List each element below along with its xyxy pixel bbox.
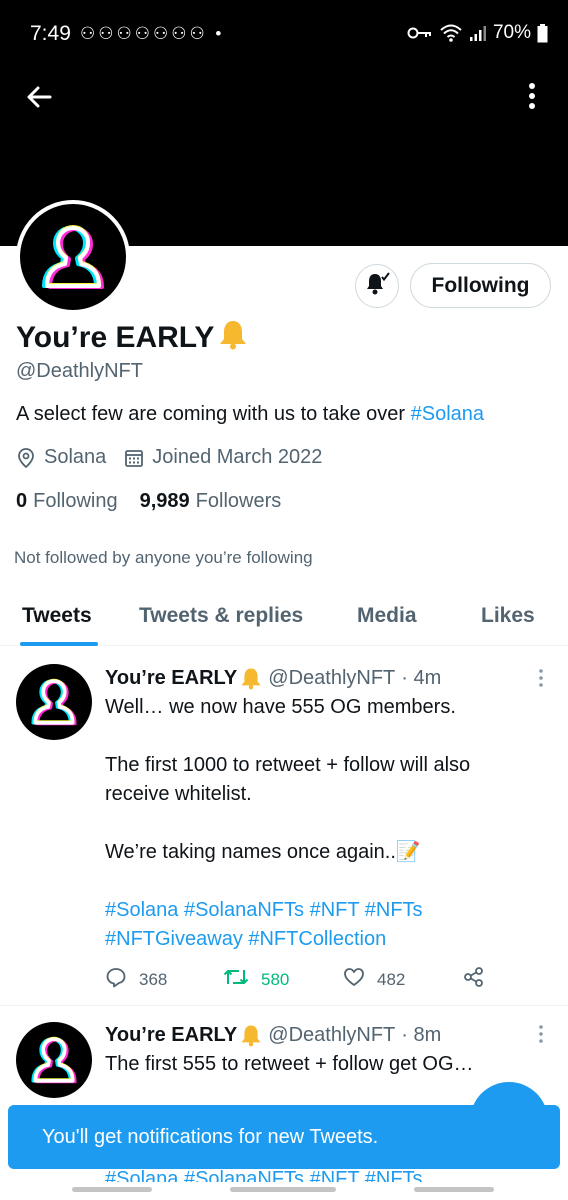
reply-button[interactable]: 368 [105,966,223,993]
tweet-line: receive whitelist. [105,783,252,805]
bio-hashtag-link[interactable]: #Solana [411,403,484,425]
tweet-line: The first 555 to retweet + follow get OG… [105,1053,474,1075]
tweet-body: The first 555 to retweet + follow get OG… [105,1050,474,1079]
tweet-overflow-icon[interactable] [536,668,546,688]
overflow-menu-icon[interactable] [520,80,544,114]
profile-meta: Solana Joined March 2022 [16,446,322,469]
retweet-button[interactable]: 580 [223,966,343,993]
following-label: Following [33,490,118,512]
profile-avatar[interactable] [16,200,130,314]
notification-toast[interactable]: You'll get notifications for new Tweets. [8,1105,560,1169]
location-pin-icon [16,447,36,469]
notifications-bell-button[interactable] [355,264,399,308]
tweet-author-handle: @DeathlyNFT [268,666,396,689]
tweet-actions: 368 580 482 [105,966,485,993]
display-name-text: You’re EARLY [16,321,215,354]
reply-count: 368 [139,969,168,989]
tweet-timestamp: · 4m [401,666,442,689]
tweet-author-name[interactable]: You’re EARLY [105,667,237,690]
back-arrow-icon[interactable] [22,80,56,114]
share-icon [463,966,485,993]
status-right-group: 70% [407,22,548,44]
battery-icon [537,23,548,43]
like-button[interactable]: 482 [343,966,463,993]
bell-check-icon [363,270,391,303]
profile-tabs: Tweets Tweets & replies Media Likes [0,590,568,646]
tweet-avatar[interactable] [16,1022,92,1098]
tweet-header: You’re EARLY @DeathlyNFT · 4m [105,666,441,690]
system-nav-bar [0,1182,568,1200]
bell-emoji-icon [240,666,262,690]
tab-likes[interactable]: Likes [481,604,535,628]
tweet-hashtags[interactable]: #Solana #SolanaNFTs #NFT #NFTs [105,896,470,925]
wifi-icon [439,23,463,43]
followers-count-link[interactable]: 9,989 Followers [140,490,282,513]
profile-display-name: You’re EARLY [16,318,248,358]
following-count-link[interactable]: 0 Following [16,490,118,513]
signal-icon [469,24,487,42]
share-button[interactable] [463,966,485,993]
profile-bio: A select few are coming with us to take … [16,403,484,426]
notification-icons: ⚇⚇⚇⚇⚇⚇⚇ • [80,24,225,43]
status-bar: 7:49 ⚇⚇⚇⚇⚇⚇⚇ • 70% [0,18,568,54]
retweet-count: 580 [261,969,290,989]
tab-tweets[interactable]: Tweets [22,604,92,628]
tab-tweets-replies[interactable]: Tweets & replies [139,604,303,628]
tweet-hashtags[interactable]: #NFTGiveaway #NFTCollection [105,925,470,954]
tweet-line: Well… we now have 555 OG members. [105,696,456,718]
followers-label: Followers [195,490,282,512]
nav-back-indicator[interactable] [414,1187,494,1192]
not-followed-note: Not followed by anyone you’re following [14,548,313,567]
following-button[interactable]: Following [410,263,551,308]
follow-counts: 0 Following 9,989 Followers [16,490,281,513]
profile-location: Solana [44,446,107,468]
like-count: 482 [377,969,406,989]
tweet-avatar[interactable] [16,664,92,740]
tweet-overflow-icon[interactable] [536,1024,546,1044]
bio-text: A select few are coming with us to take … [16,403,411,425]
status-time: 7:49 [30,22,71,45]
tweet-line: We’re taking names once again..📝 [105,841,421,863]
nav-home-indicator[interactable] [230,1187,336,1192]
toast-message: You'll get notifications for new Tweets. [42,1126,379,1148]
profile-handle: @DeathlyNFT [16,360,143,382]
bell-emoji-icon [240,1023,262,1047]
tweet-header: You’re EARLY @DeathlyNFT · 8m [105,1023,441,1047]
tweet-body: Well… we now have 555 OG members. The fir… [105,693,470,954]
tab-media[interactable]: Media [357,604,417,628]
bell-emoji-icon [218,318,248,358]
tweet-timestamp: · 8m [401,1023,442,1046]
profile-joined-date: Joined March 2022 [152,446,323,468]
vpn-key-icon [407,25,433,41]
nav-recents-indicator[interactable] [72,1187,152,1192]
tweet[interactable]: You’re EARLY @DeathlyNFT · 4m Well… we n… [0,646,568,1006]
tweet-line: The first 1000 to retweet + follow will … [105,754,471,776]
tweet-author-handle: @DeathlyNFT [268,1023,396,1046]
battery-percent: 70% [492,22,531,43]
tweet-hashtags-obscured: #Solana #SolanaNFTs #NFT #NFTs [105,1168,423,1182]
tweet-author-name[interactable]: You’re EARLY [105,1024,237,1047]
calendar-icon [124,448,144,468]
following-count: 0 [16,490,28,512]
reply-icon [105,966,127,993]
followers-count: 9,989 [139,490,190,512]
retweet-icon [223,966,249,993]
heart-icon [343,966,365,993]
